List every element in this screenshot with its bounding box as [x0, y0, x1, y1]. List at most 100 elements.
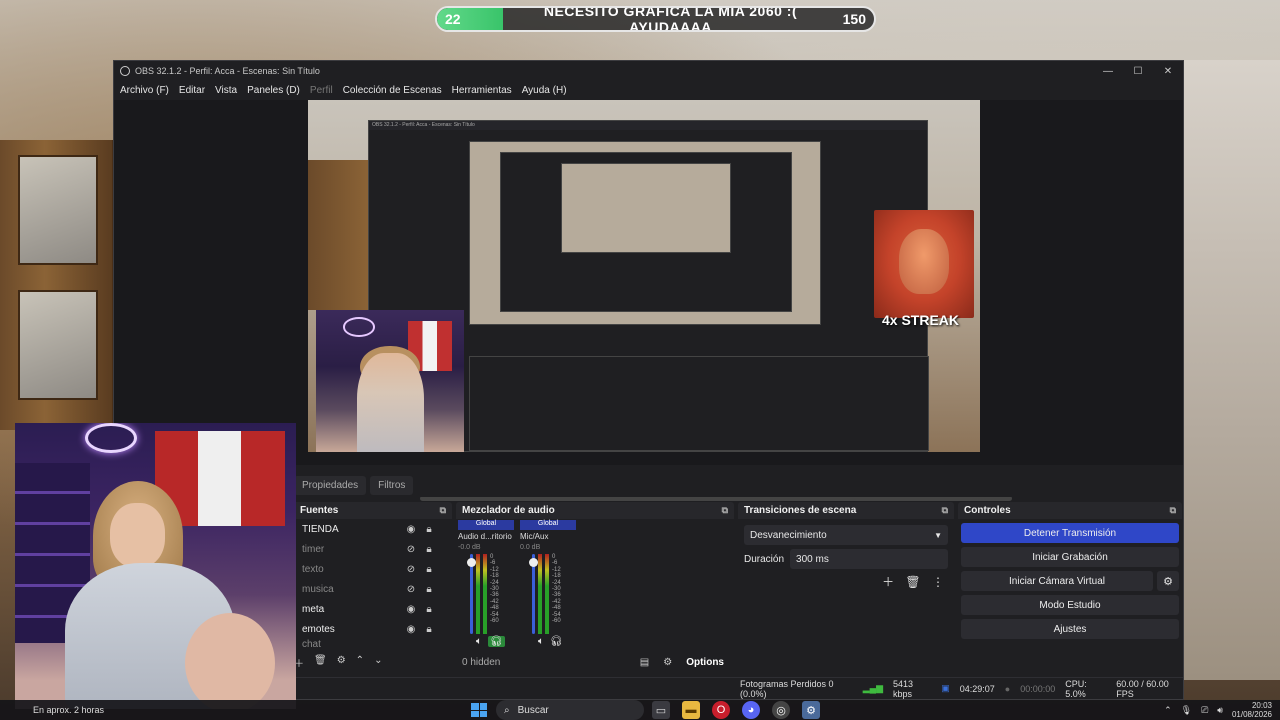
lock-icon[interactable]: 🔒︎ — [420, 544, 438, 555]
volume-slider[interactable] — [529, 554, 538, 634]
windows-start-icon[interactable] — [471, 703, 487, 717]
duration-value: 300 ms — [796, 553, 829, 565]
microphone-icon[interactable]: 🎙︎ — [1181, 705, 1192, 716]
menu-coleccion-escenas[interactable]: Colección de Escenas — [343, 85, 442, 96]
lock-icon[interactable]: 🔒︎ — [420, 584, 438, 595]
channel-name[interactable]: Mic/Aux — [520, 530, 576, 544]
headphones-icon[interactable]: 🎧︎ — [550, 636, 563, 647]
eye-off-icon[interactable]: ⊘ — [402, 564, 420, 575]
popout-icon[interactable]: ⧉ — [942, 505, 948, 516]
maximize-button[interactable]: ☐ — [1123, 66, 1153, 77]
transition-select[interactable]: Desvanecimiento ▼ — [744, 525, 948, 545]
discord-icon[interactable]: ◕ — [742, 701, 760, 719]
menu-paneles[interactable]: Paneles (D) — [247, 85, 300, 96]
person-face — [110, 503, 165, 568]
tab-properties[interactable]: Propiedades — [294, 475, 367, 495]
menu-vista[interactable]: Vista — [215, 85, 237, 96]
studio-mode-button[interactable]: Modo Estudio — [961, 595, 1179, 615]
menu-perfil[interactable]: Perfil — [310, 85, 333, 96]
popout-icon[interactable]: ⧉ — [722, 505, 728, 516]
bitrate: 5413 kbps — [893, 678, 914, 699]
menu-archivo[interactable]: Archivo (F) — [120, 85, 169, 96]
preview-area: OBS 32.1.2 - Perfil: Acca - Escenas: Sin… — [114, 100, 1183, 501]
source-item[interactable]: TIENDA ◉ 🔒︎ — [302, 519, 452, 539]
channel-name[interactable]: Audio d...ritorio — [458, 530, 514, 544]
lock-icon[interactable]: 🔒︎ — [420, 604, 438, 615]
dropped-frames: Fotogramas Perdidos 0 (0.0%) — [740, 678, 834, 699]
source-item[interactable]: musica ⊘ 🔒︎ — [302, 579, 452, 599]
start-recording-button[interactable]: Iniciar Grabación — [961, 547, 1179, 567]
trash-icon[interactable]: 🗑︎ — [905, 575, 920, 589]
menu-editar[interactable]: Editar — [179, 85, 205, 96]
slider-knob[interactable] — [529, 557, 538, 567]
system-tray: ⌃ 🎙︎ ⎚ 🔊︎ 20:03 01/08/2026 — [1164, 700, 1272, 720]
layout-icon[interactable]: ▤ — [640, 657, 649, 668]
menu-ayuda[interactable]: Ayuda (H) — [522, 85, 567, 96]
source-item[interactable]: timer ⊘ 🔒︎ — [302, 539, 452, 559]
start-virtual-camera-button[interactable]: Iniciar Cámara Virtual — [961, 571, 1153, 591]
gear-icon[interactable]: ⚙ — [1157, 571, 1179, 591]
chevron-up-icon[interactable]: ⌃ — [1164, 705, 1172, 716]
lock-icon[interactable]: 🔒︎ — [420, 564, 438, 575]
menu-herramientas[interactable]: Herramientas — [452, 85, 512, 96]
window-title: OBS 32.1.2 - Perfil: Acca - Escenas: Sin… — [135, 66, 320, 76]
sources-toolbar: ＋ 🗑︎ ⚙ ⌃ ⌄ — [294, 655, 382, 670]
add-icon[interactable]: ＋ — [882, 575, 894, 589]
goal-message: NECESITO GRAFICA LA MIA 2060 :( AYUDAAAA — [543, 6, 798, 32]
scale-tick: -48 — [552, 605, 561, 612]
tab-filters[interactable]: Filtros — [370, 475, 414, 495]
volume-slider[interactable] — [467, 554, 476, 634]
options-button[interactable]: Options — [686, 657, 724, 668]
gear-icon[interactable]: ⚙ — [337, 655, 346, 670]
cpu-usage: CPU: 5.0% — [1065, 678, 1087, 699]
headphones-icon[interactable]: 🎧︎ — [488, 636, 505, 647]
eye-off-icon[interactable]: ⊘ — [402, 544, 420, 555]
source-name: meta — [302, 603, 325, 615]
source-item[interactable]: texto ⊘ 🔒︎ — [302, 559, 452, 579]
lock-icon[interactable]: 🔒︎ — [420, 524, 438, 535]
steam-icon[interactable]: ◎ — [772, 701, 790, 719]
volume-icon[interactable]: 🔊︎ — [1217, 705, 1223, 716]
opera-browser-icon[interactable]: O — [712, 701, 730, 719]
source-name: timer — [302, 543, 325, 555]
eye-off-icon[interactable]: ⊘ — [402, 584, 420, 595]
level-bar — [476, 554, 480, 634]
minimize-button[interactable]: — — [1093, 66, 1123, 77]
lock-icon[interactable]: 🔒︎ — [420, 624, 438, 635]
task-view-icon[interactable]: ▭ — [652, 701, 670, 719]
duration-input[interactable]: 300 ms — [790, 549, 948, 569]
settings-button[interactable]: Ajustes — [961, 619, 1179, 639]
move-up-icon[interactable]: ⌃ — [356, 655, 364, 670]
nested-title: OBS 32.1.2 - Perfil: Acca - Escenas: Sin… — [369, 121, 927, 130]
clock[interactable]: 20:03 01/08/2026 — [1232, 701, 1272, 719]
file-explorer-icon[interactable]: ▬ — [682, 701, 700, 719]
weather-widget[interactable]: En aprox. 2 horas — [33, 705, 104, 715]
source-item[interactable]: meta ◉ 🔒︎ — [302, 599, 452, 619]
trash-icon[interactable]: 🗑︎ — [314, 655, 327, 670]
speaker-icon[interactable]: 🔈︎ — [476, 636, 482, 647]
preview-canvas[interactable]: OBS 32.1.2 - Perfil: Acca - Escenas: Sin… — [308, 100, 980, 452]
eye-icon[interactable]: ◉ — [402, 524, 420, 535]
source-item[interactable]: chat — [302, 639, 452, 649]
eye-icon[interactable]: ◉ — [402, 604, 420, 615]
move-down-icon[interactable]: ⌄ — [374, 655, 382, 670]
source-item[interactable]: emotes ◉ 🔒︎ — [302, 619, 452, 639]
channel-controls: 🔈︎ 🎧︎ — [538, 636, 576, 647]
eye-icon[interactable]: ◉ — [402, 624, 420, 635]
speaker-icon[interactable]: 🔈︎ — [538, 636, 544, 647]
taskbar-search[interactable]: ⌕ Buscar — [496, 700, 644, 720]
close-button[interactable]: ✕ — [1153, 66, 1183, 77]
person — [357, 352, 425, 452]
link-icon[interactable]: ⚙ — [663, 657, 672, 668]
stop-streaming-button[interactable]: Detener Transmisión — [961, 523, 1179, 543]
transitions-header: Transiciones de escena ⧉ — [738, 502, 954, 519]
settings-app-icon[interactable]: ⚙ — [802, 701, 820, 719]
source-name: TIENDA — [302, 523, 339, 535]
popout-icon[interactable]: ⧉ — [1170, 505, 1176, 516]
popout-icon[interactable]: ⧉ — [440, 505, 446, 516]
network-icon[interactable]: ⎚ — [1201, 705, 1208, 716]
slider-knob[interactable] — [467, 557, 476, 567]
background-right — [1180, 60, 1280, 680]
channel-controls: 🔈︎ 🎧︎ — [476, 636, 514, 647]
more-icon[interactable]: ⋮ — [932, 575, 944, 589]
